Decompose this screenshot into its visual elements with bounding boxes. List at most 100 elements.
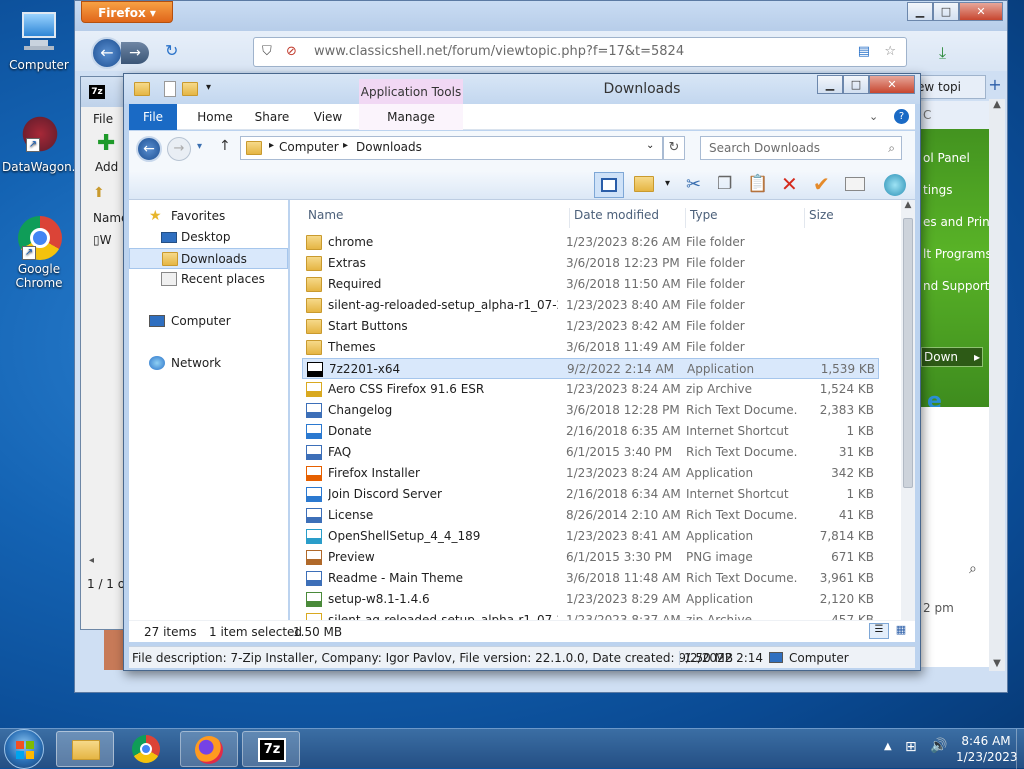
url-bar[interactable]: ⛉ ⊘ www.classicshell.net/forum/viewtopic… <box>253 37 907 67</box>
taskbar-7zip[interactable]: 7z <box>242 731 300 767</box>
nav-desktop[interactable]: Desktop <box>129 227 288 248</box>
forward-button[interactable]: → <box>121 42 149 64</box>
column-header-type[interactable]: Type <box>685 208 718 228</box>
tab-share[interactable]: Share <box>243 104 301 130</box>
properties-button[interactable] <box>845 177 865 191</box>
tab-home[interactable]: Home <box>187 104 243 130</box>
firefox-scrollbar[interactable]: ▲ ▼ <box>989 99 1005 671</box>
reload-icon[interactable]: ↻ <box>165 41 178 60</box>
chat-icon[interactable]: ⌕ <box>969 561 977 577</box>
scroll-thumb[interactable] <box>903 218 913 488</box>
file-row[interactable]: Required 3/6/2018 11:50 AM File folder <box>302 274 879 295</box>
tab-view[interactable]: View <box>301 104 355 130</box>
clock-date[interactable]: 1/23/2023 <box>956 750 1018 764</box>
desktop-icon-computer[interactable]: Computer <box>2 10 76 72</box>
minimize-button[interactable]: ▁ <box>817 75 843 94</box>
file-row[interactable]: chrome 1/23/2023 8:26 AM File folder <box>302 232 879 253</box>
start-button[interactable] <box>4 729 44 769</box>
sevenzip-scroll-left[interactable]: ◂ <box>89 555 94 566</box>
close-button[interactable]: ✕ <box>869 75 915 94</box>
refresh-button[interactable]: ↻ <box>663 136 685 160</box>
recent-locations-dropdown[interactable]: ▾ <box>197 141 202 152</box>
network-tray-icon[interactable]: ⊞ <box>905 739 917 755</box>
clock-time[interactable]: 8:46 AM <box>956 734 1016 748</box>
forward-button[interactable]: → <box>167 137 191 161</box>
up-arrow-icon[interactable]: ↑ <box>219 138 231 154</box>
add-button-label[interactable]: Add <box>95 160 118 174</box>
firefox-menu-button[interactable]: Firefox ▾ <box>81 1 173 23</box>
file-row[interactable]: Themes 3/6/2018 11:49 AM File folder <box>302 337 879 358</box>
file-row[interactable]: Firefox Installer 1/23/2023 8:24 AM Applic… <box>302 463 879 484</box>
preview-pane-button[interactable] <box>594 172 624 198</box>
back-button[interactable]: ← <box>136 136 162 162</box>
add-icon[interactable]: ✚ <box>97 133 115 155</box>
shell-settings-icon[interactable] <box>884 174 906 196</box>
show-desktop-button[interactable] <box>1016 729 1024 769</box>
close-button[interactable]: ✕ <box>959 2 1003 21</box>
taskbar-chrome[interactable] <box>118 731 176 767</box>
taskbar-firefox[interactable] <box>180 731 238 767</box>
desktop-icon-datawagon[interactable]: ↗ DataWagon... <box>2 112 83 174</box>
nav-recent-places[interactable]: Recent places <box>129 269 288 290</box>
file-row[interactable]: Extras 3/6/2018 12:23 PM File folder <box>302 253 879 274</box>
quick-access-dropdown[interactable]: ▾ <box>206 82 211 93</box>
address-bar[interactable]: ▸ Computer ▸ Downloads ⌄ <box>240 136 663 160</box>
file-row[interactable]: Start Buttons 1/23/2023 8:42 AM File folde… <box>302 316 879 337</box>
file-row[interactable]: Aero CSS Firefox 91.6 ESR 1/23/2023 8:24 … <box>302 379 879 400</box>
column-header-size[interactable]: Size <box>804 208 834 228</box>
nav-computer[interactable]: Computer <box>129 311 288 332</box>
delete-icon[interactable]: ✕ <box>781 172 798 196</box>
volume-tray-icon[interactable]: 🔊 <box>930 738 947 754</box>
settings-link[interactable]: tings <box>923 183 953 197</box>
search-input[interactable]: Search Downloads ⌕ <box>700 136 902 160</box>
tab-file[interactable]: File <box>129 104 177 130</box>
file-row[interactable]: OpenShellSetup_4_4_189 1/23/2023 8:41 AM A… <box>302 526 879 547</box>
file-row[interactable]: 7z2201-x64 9/2/2022 2:14 AM Application 1,5… <box>302 358 879 379</box>
download-icon[interactable]: ⤓ <box>939 43 946 63</box>
nav-downloads[interactable]: Downloads <box>129 248 288 269</box>
file-row[interactable]: Changelog 3/6/2018 12:28 PM Rich Text Docu… <box>302 400 879 421</box>
folder-options-icon[interactable] <box>634 176 654 192</box>
file-row[interactable]: Donate 2/16/2018 6:35 AM Internet Shortcut… <box>302 421 879 442</box>
scroll-up-arrow[interactable]: ▲ <box>901 200 915 210</box>
sevenzip-file-row[interactable]: ▯W <box>93 233 111 247</box>
bookmark-star-icon[interactable]: ☆ <box>884 38 896 66</box>
column-header-name[interactable]: Name <box>308 208 343 222</box>
file-row[interactable]: License 8/26/2014 2:10 AM Rich Text Docume… <box>302 505 879 526</box>
breadcrumb-computer[interactable]: Computer <box>279 140 339 154</box>
file-row[interactable]: Join Discord Server 2/16/2018 6:34 AM Inte… <box>302 484 879 505</box>
sevenzip-menu-file[interactable]: File <box>93 112 113 126</box>
file-row[interactable]: Preview 6/1/2015 3:30 PM PNG image 671 KB <box>302 547 879 568</box>
folder-options-dropdown[interactable]: ▾ <box>665 178 670 189</box>
rename-check-icon[interactable]: ✔ <box>813 172 830 196</box>
nav-network[interactable]: Network <box>129 353 288 374</box>
new-tab-button[interactable]: + <box>985 75 1005 97</box>
tab-manage[interactable]: Manage <box>359 104 463 130</box>
file-row[interactable]: silent-ag-reloaded-setup_alpha-r1_07-21.… <box>302 295 879 316</box>
breadcrumb-downloads[interactable]: Downloads <box>356 140 422 154</box>
minimize-button[interactable]: ▁ <box>907 2 933 21</box>
file-row[interactable]: FAQ 6/1/2015 3:40 PM Rich Text Docume... 31… <box>302 442 879 463</box>
column-header-date[interactable]: Date modified <box>569 208 659 228</box>
reader-view-icon[interactable]: ▤ <box>858 38 870 66</box>
default-programs-link[interactable]: lt Programs <box>923 247 992 261</box>
help-support-link[interactable]: nd Support <box>923 279 989 293</box>
control-panel-link[interactable]: ol Panel <box>923 151 970 165</box>
large-icons-view-icon[interactable]: ▦ <box>892 623 910 639</box>
paste-icon[interactable]: 📋 <box>747 174 768 194</box>
details-view-icon[interactable]: ☰ <box>869 623 889 639</box>
cut-icon[interactable]: ✂ <box>686 174 701 195</box>
desktop-icon-chrome[interactable]: ↗ Google Chrome <box>2 214 76 290</box>
new-folder-icon[interactable] <box>182 82 198 96</box>
help-icon[interactable]: ? <box>894 109 909 124</box>
show-hidden-icons[interactable]: ▲ <box>884 741 892 752</box>
taskbar-explorer[interactable] <box>56 731 114 767</box>
properties-icon[interactable] <box>164 81 176 97</box>
maximize-button[interactable]: □ <box>933 2 959 21</box>
file-row[interactable]: Readme - Main Theme 3/6/2018 11:48 AM Rich… <box>302 568 879 589</box>
copy-icon[interactable]: ❐ <box>717 174 732 194</box>
ribbon-expand-icon[interactable]: ⌄ <box>869 110 878 123</box>
back-button[interactable]: ← <box>91 37 123 69</box>
up-folder-icon[interactable]: ⬆ <box>93 185 105 201</box>
file-row[interactable]: setup-w8.1-1.4.6 1/23/2023 8:29 AM Applica… <box>302 589 879 610</box>
